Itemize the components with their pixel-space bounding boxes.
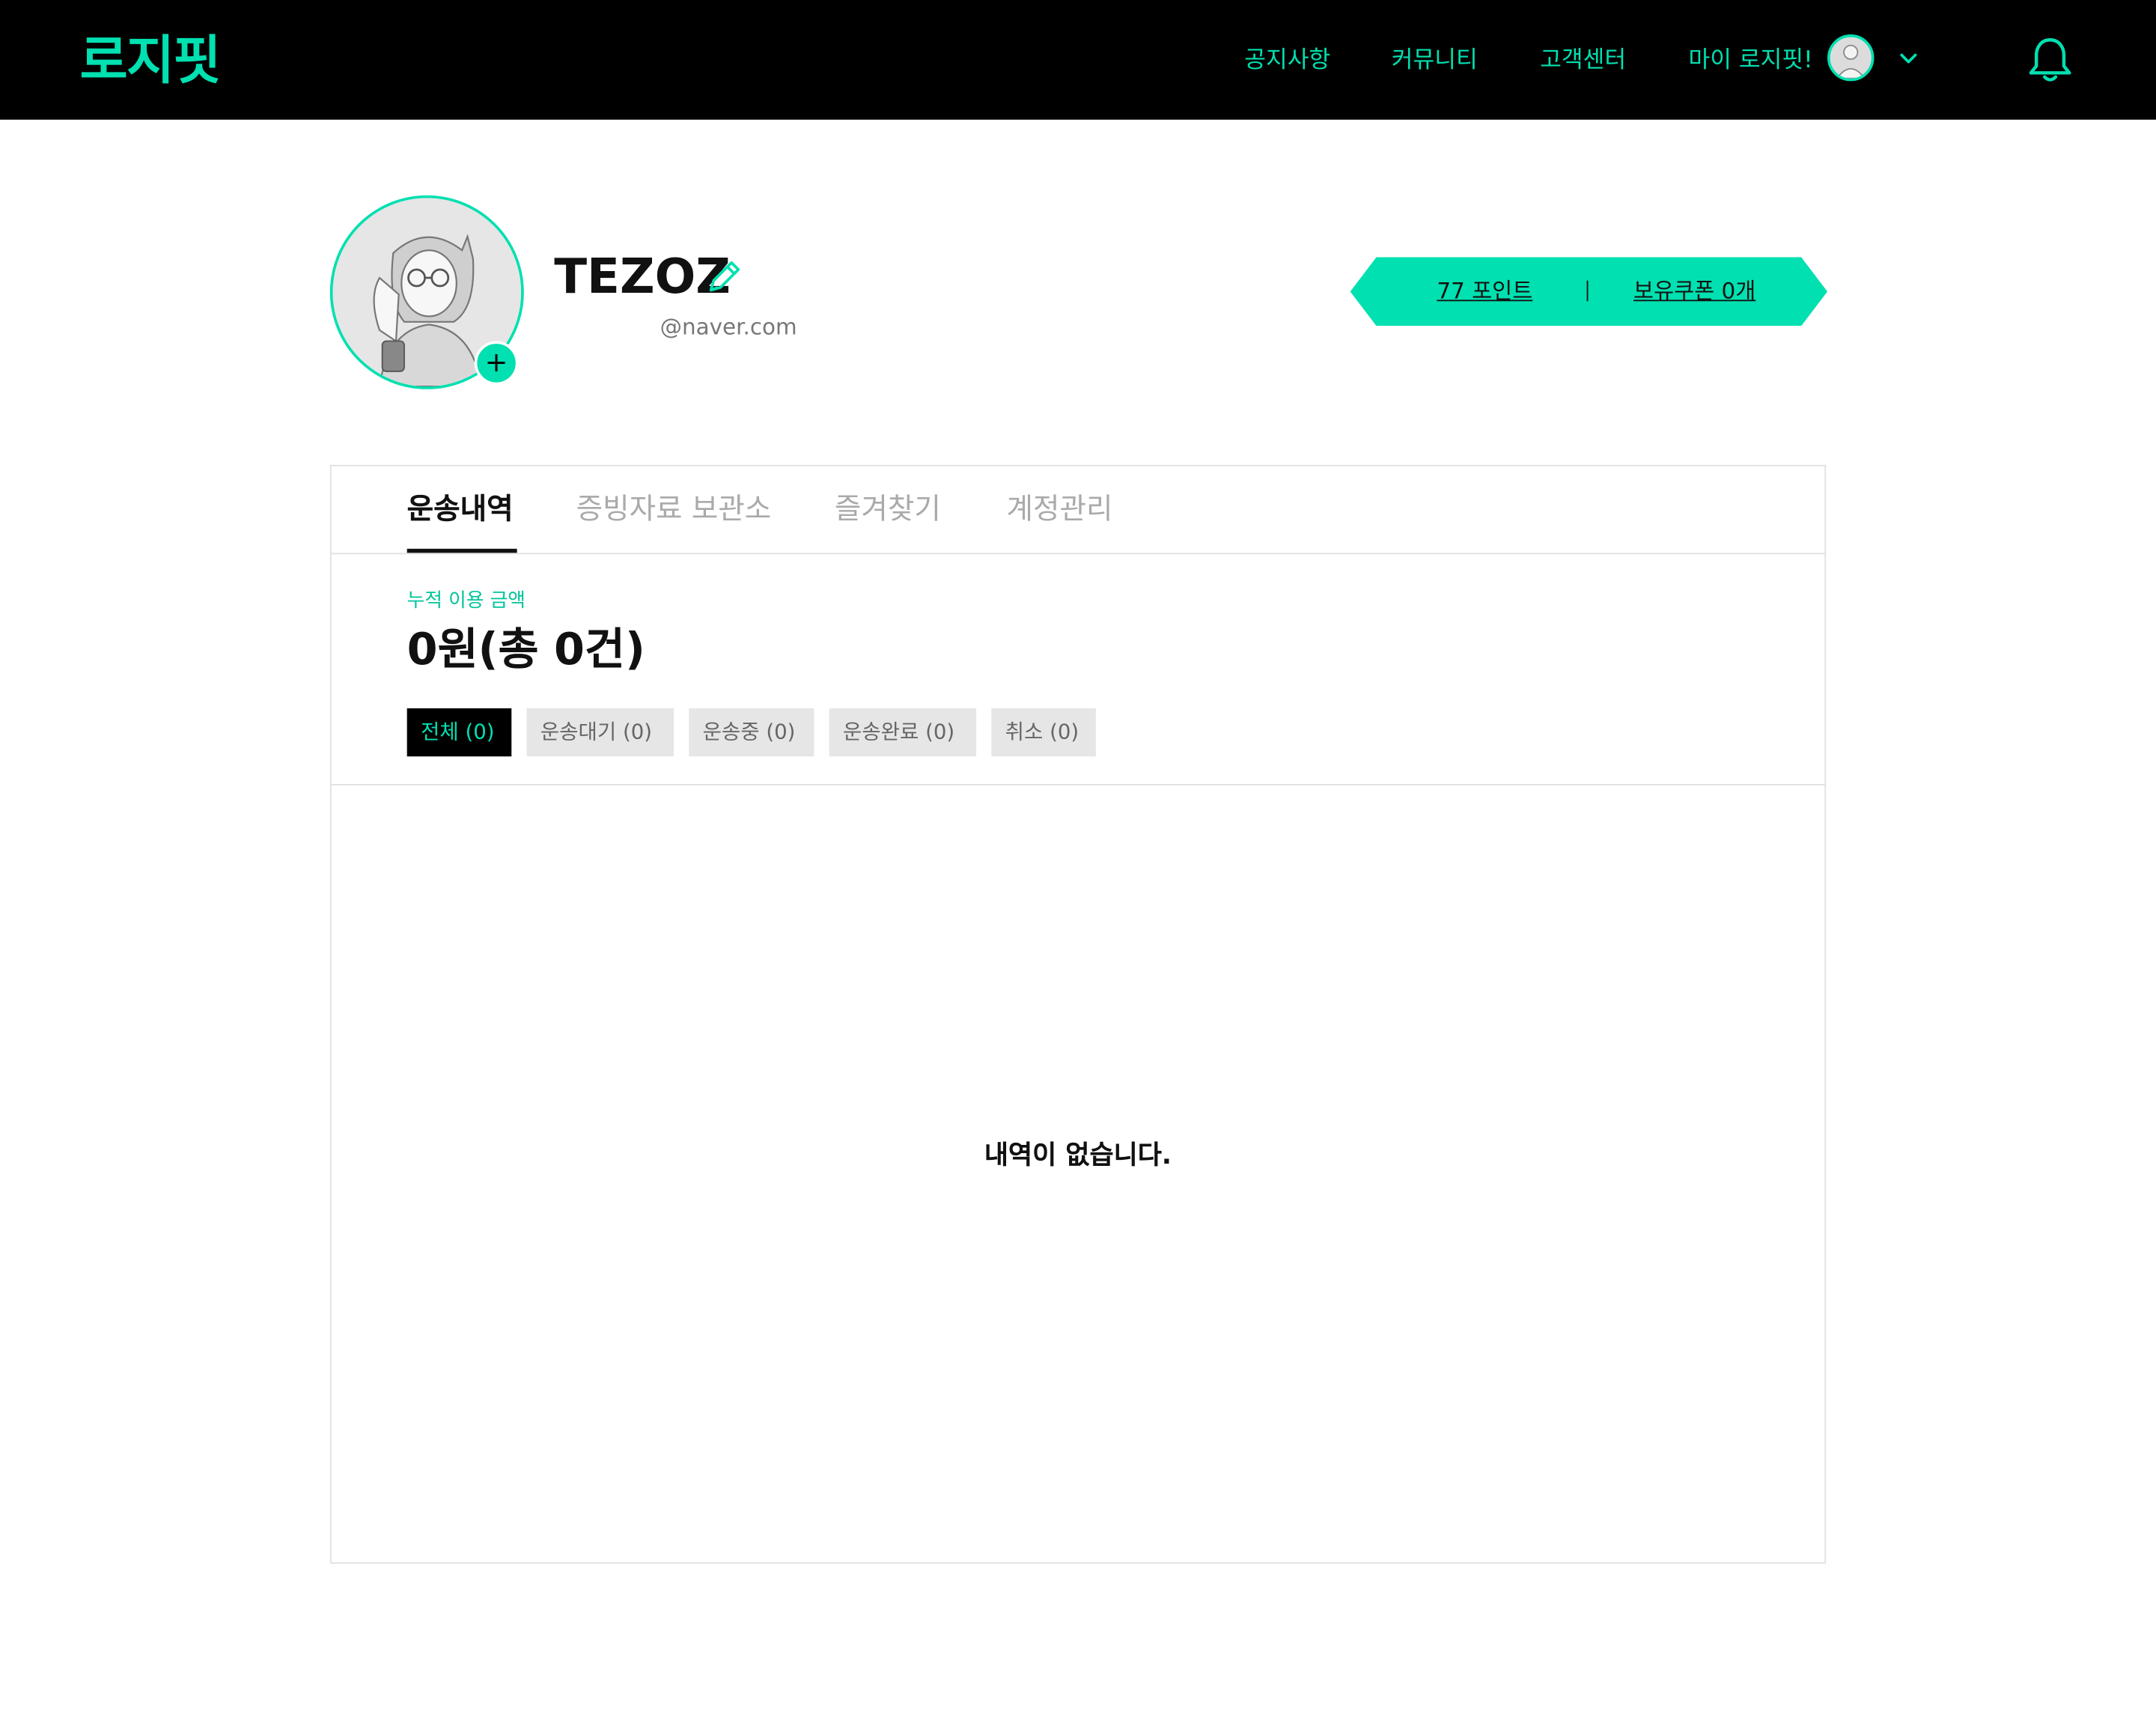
page: 로지핏 공지사항 커뮤니티 고객센터 마이 로지핏! + TEZOZ @nave… — [0, 0, 2156, 1714]
top-navigation-bar: 로지핏 공지사항 커뮤니티 고객센터 마이 로지핏! — [0, 0, 2156, 120]
nav-link-support[interactable]: 고객센터 — [1540, 44, 1626, 77]
filter-waiting[interactable]: 운송대기 (0) — [526, 708, 674, 757]
tab-favorites[interactable]: 즐겨찾기 — [835, 488, 941, 529]
nav-link-community[interactable]: 커뮤니티 — [1392, 44, 1478, 77]
nav-link-my-logifit[interactable]: 마이 로지핏! — [1689, 44, 1813, 77]
tab-shipping-history[interactable]: 운송내역 — [407, 488, 514, 529]
pencil-icon[interactable] — [703, 257, 744, 298]
points-link[interactable]: 77 포인트 — [1437, 276, 1532, 306]
logo[interactable]: 로지핏 — [80, 28, 222, 94]
chevron-down-icon[interactable] — [1898, 48, 1919, 70]
tab-account-settings[interactable]: 계정관리 — [1006, 488, 1112, 529]
points-coupons-banner: 77 포인트 보유쿠폰 0개 — [1350, 257, 1828, 326]
nav-link-notice[interactable]: 공지사항 — [1244, 44, 1330, 77]
total-amount-label: 누적 이용 금액 — [406, 589, 526, 613]
bell-icon[interactable] — [2026, 36, 2073, 85]
coupons-link[interactable]: 보유쿠폰 0개 — [1633, 276, 1755, 306]
total-amount-value: 0원(총 0건) — [406, 623, 645, 675]
empty-state-message: 내역이 없습니다. — [984, 1140, 1172, 1171]
plus-icon: + — [484, 345, 508, 379]
user-email: @naver.com — [660, 313, 797, 340]
divider — [331, 783, 1825, 785]
filter-canceled[interactable]: 취소 (0) — [991, 708, 1096, 757]
filter-in-transit[interactable]: 운송중 (0) — [689, 708, 814, 757]
divider — [331, 553, 1825, 555]
filter-all[interactable]: 전체 (0) — [406, 708, 512, 757]
add-profile-photo-button[interactable]: + — [474, 341, 519, 386]
nav-avatar[interactable] — [1827, 34, 1875, 82]
tab-document-storage[interactable]: 증빙자료 보관소 — [576, 488, 772, 529]
filter-completed[interactable]: 운송완료 (0) — [829, 708, 977, 757]
divider — [1586, 280, 1589, 302]
history-panel: 운송내역 증빙자료 보관소 즐겨찾기 계정관리 누적 이용 금액 0원(총 0건… — [329, 464, 1827, 1564]
